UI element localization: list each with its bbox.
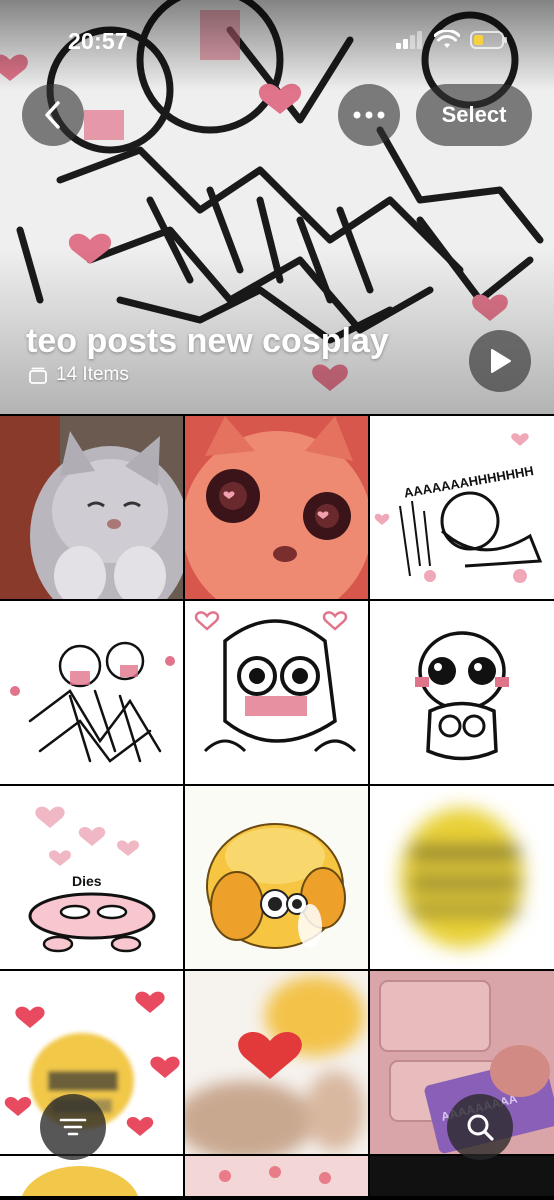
- play-icon: [491, 349, 511, 373]
- photo-grid: AAAAAAAHHHHHHH Dies: [0, 416, 554, 1196]
- search-button[interactable]: [447, 1094, 513, 1160]
- partial-emoji-image: [0, 1156, 183, 1196]
- dies-doodle-image: Dies: [0, 786, 183, 969]
- photo-blurry-heart-emoji[interactable]: [185, 971, 368, 1154]
- red-cat-image: [185, 416, 368, 599]
- select-button[interactable]: Select: [416, 84, 532, 146]
- stack-icon: [29, 367, 47, 384]
- cellular-signal-icon: [396, 31, 422, 49]
- chevron-left-icon: [45, 101, 60, 129]
- album-item-count: 14 Items: [28, 364, 129, 386]
- album-count-text: 14 Items: [56, 364, 129, 385]
- partial-pink-image: [185, 1156, 368, 1196]
- photo-stick-figure-shy[interactable]: [370, 601, 554, 784]
- photo-grey-cat-smiling[interactable]: [0, 416, 183, 599]
- photo-partial-dark[interactable]: [370, 1156, 554, 1196]
- partial-dark-image: [370, 1156, 554, 1196]
- photo-stick-figure-screaming[interactable]: AAAAAAAHHHHHHH: [370, 416, 554, 599]
- blushing-doodle-image: [185, 601, 368, 784]
- photo-partial-emoji[interactable]: [0, 1156, 183, 1196]
- dies-caption: Dies: [72, 873, 102, 889]
- wifi-icon: [434, 30, 460, 48]
- photo-partial-pink[interactable]: [185, 1156, 368, 1196]
- album-title: teo posts new cosplay: [26, 322, 389, 360]
- play-slideshow-button[interactable]: [469, 330, 531, 392]
- photo-blurry-emoji[interactable]: [370, 786, 554, 969]
- shy-doodle-image: [370, 601, 554, 784]
- photo-stick-figure-blushing-hearts[interactable]: [185, 601, 368, 784]
- battery-low-icon: [470, 31, 507, 49]
- status-icons: [396, 30, 508, 50]
- screaming-doodle-image: AAAAAAAHHHHHHH: [370, 416, 554, 599]
- blurry-emoji-image: [370, 786, 554, 969]
- photo-stick-figure-scribbles[interactable]: [0, 601, 183, 784]
- back-button[interactable]: [22, 84, 84, 146]
- filter-sort-button[interactable]: [40, 1094, 106, 1160]
- search-icon: [467, 1114, 494, 1141]
- scribble-doodle-image: [0, 601, 183, 784]
- sort-lines-icon: [59, 1118, 87, 1136]
- ellipsis-icon: [353, 111, 385, 119]
- photo-dies-doodle[interactable]: Dies: [0, 786, 183, 969]
- grey-cat-image: [0, 416, 183, 599]
- photo-red-tinted-cat-stare[interactable]: [185, 416, 368, 599]
- more-options-button[interactable]: [338, 84, 400, 146]
- cover-face-emoji-image: [185, 786, 368, 969]
- status-bar: 20:57: [0, 0, 554, 80]
- blurry-heart-emoji-image: [185, 971, 368, 1154]
- status-time: 20:57: [68, 28, 128, 54]
- photo-emoji-covering-face[interactable]: [185, 786, 368, 969]
